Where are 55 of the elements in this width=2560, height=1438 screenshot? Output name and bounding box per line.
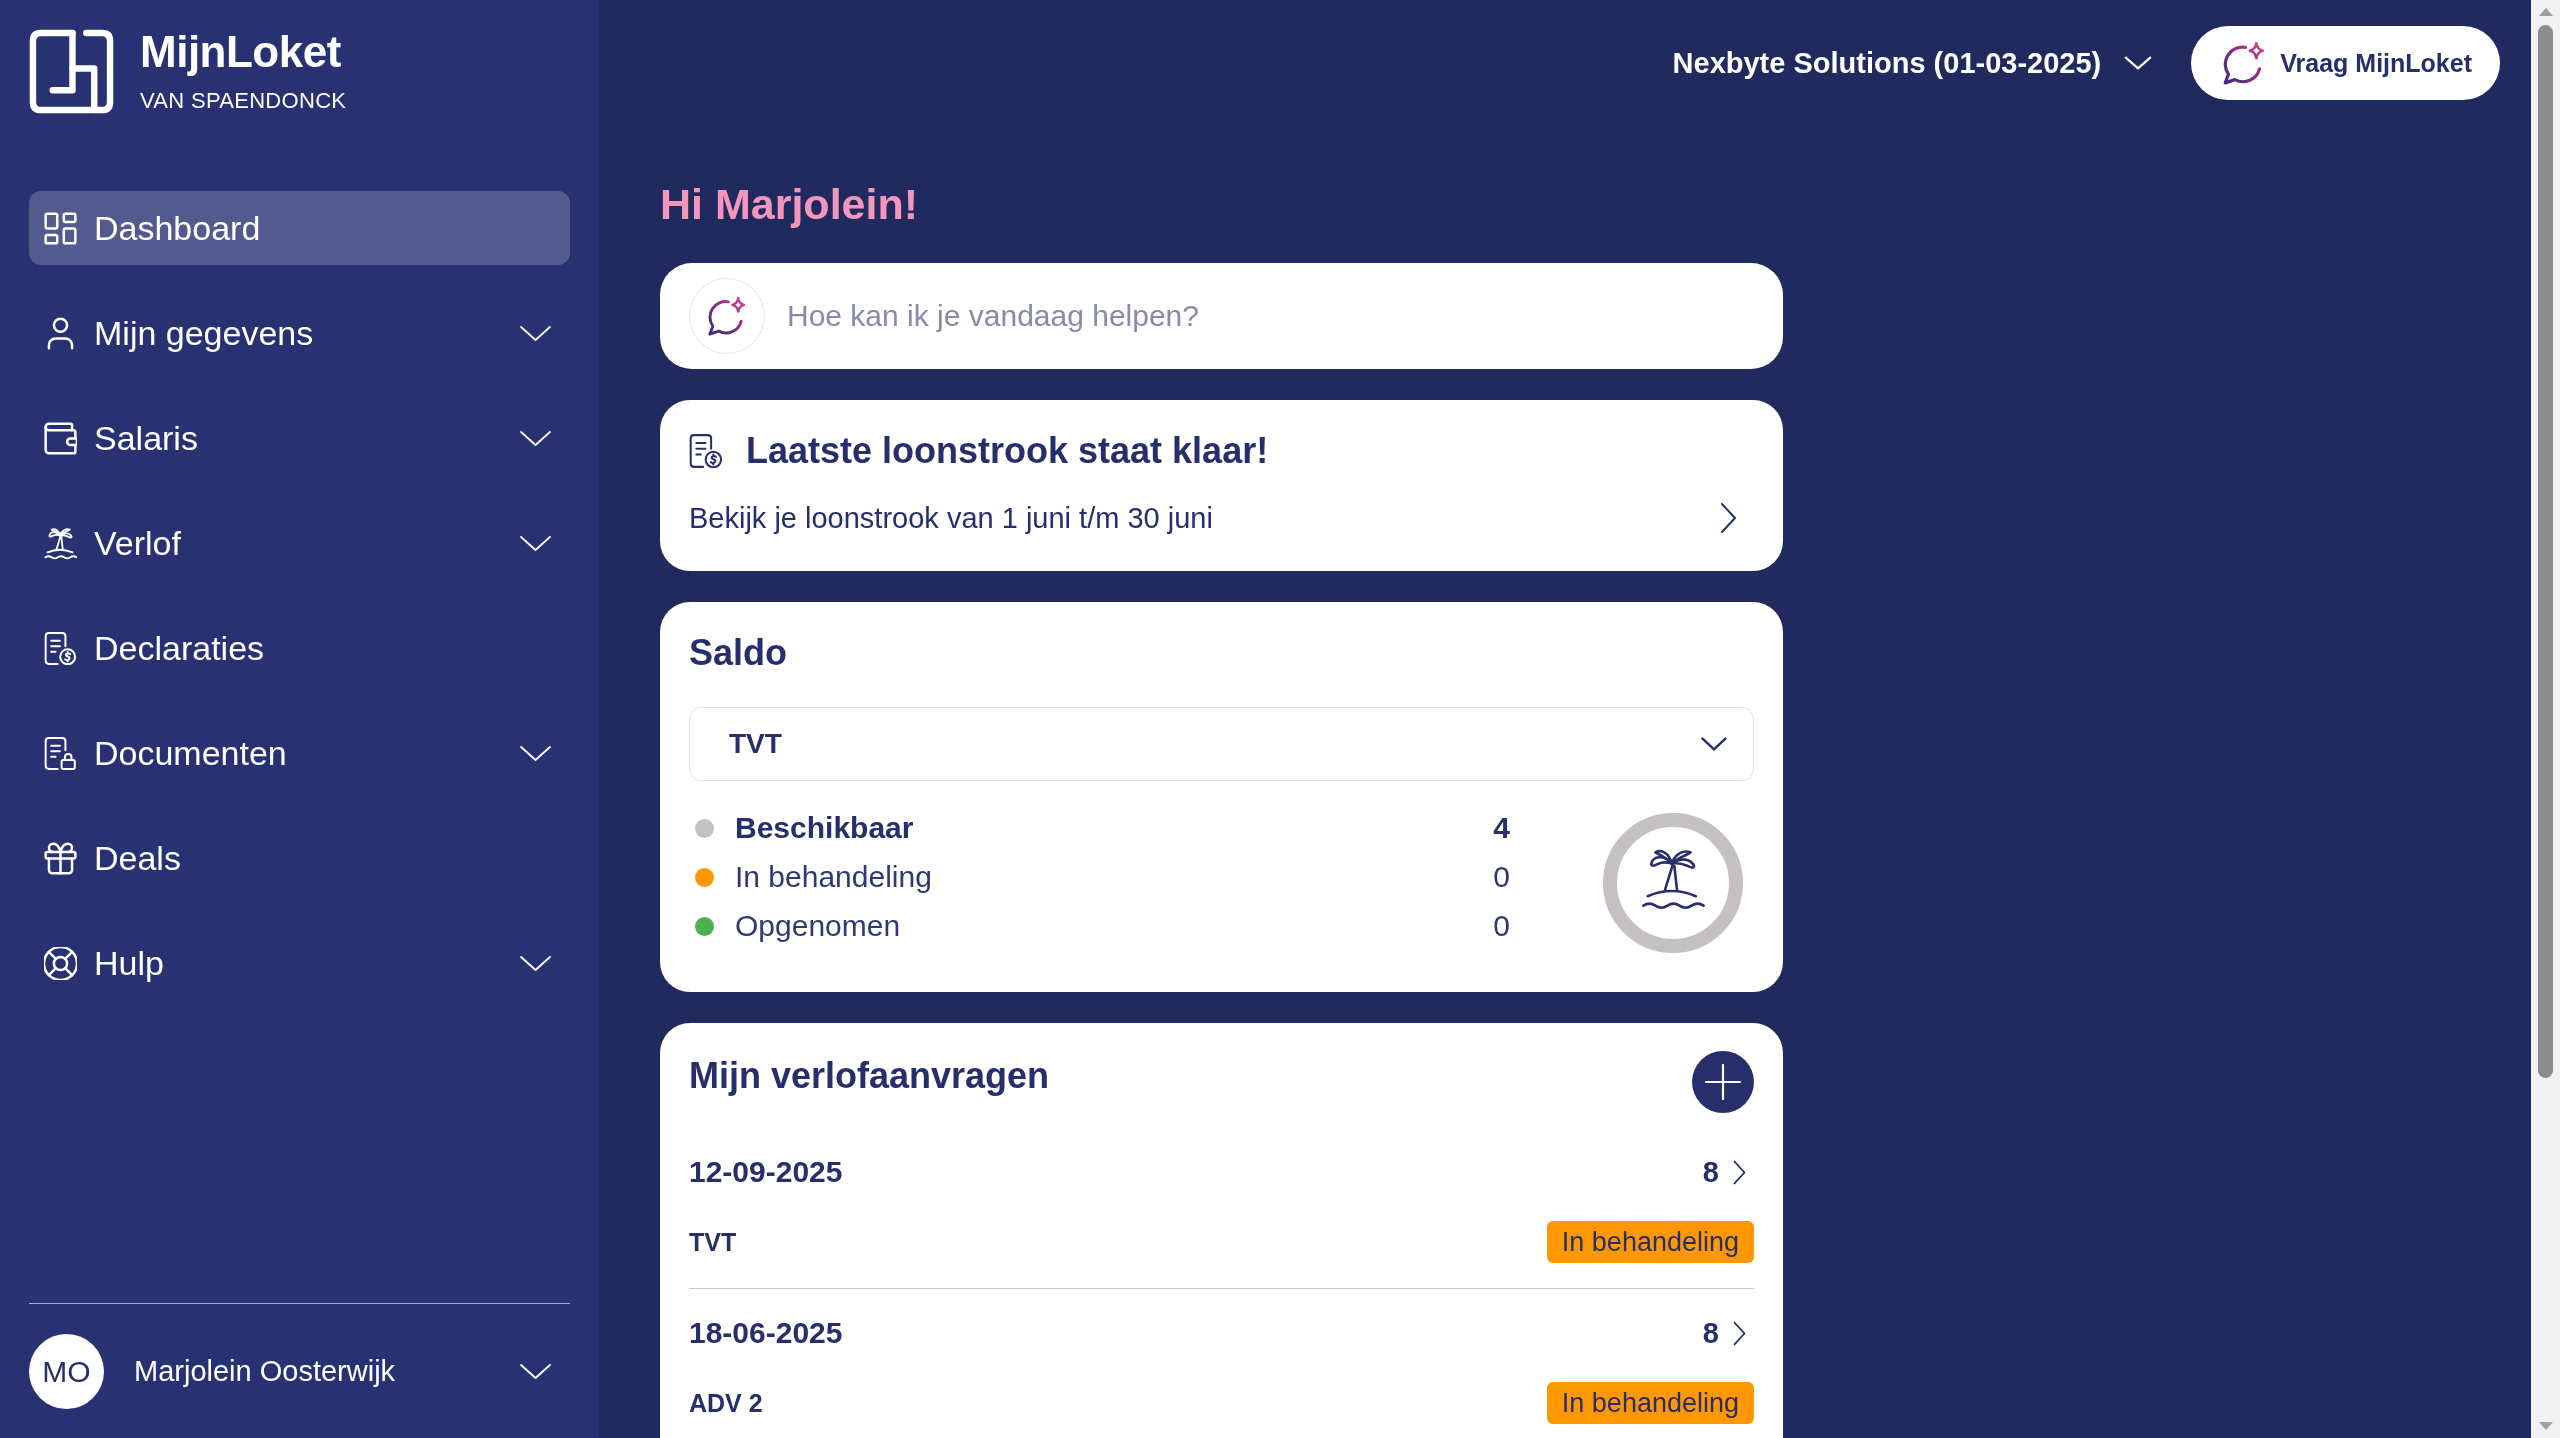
palm-island-icon xyxy=(44,526,77,560)
legend-label: In behandeling xyxy=(735,859,933,895)
chevron-down-icon[interactable] xyxy=(519,1363,552,1380)
document-coin-icon xyxy=(44,631,77,665)
request-type: ADV 2 xyxy=(689,1388,763,1418)
chat-sparkle-icon xyxy=(2222,41,2267,85)
logo-subtitle: VAN SPAENDONCK xyxy=(140,88,347,114)
legend-label: Opgenomen xyxy=(735,908,902,944)
payslip-title: Laatste loonstrook staat klaar! xyxy=(746,429,1269,473)
logo-icon xyxy=(29,29,114,114)
payslip-description: Bekijk je loonstrook van 1 juni t/m 30 juni xyxy=(689,501,1213,536)
chevron-down-icon xyxy=(2124,56,2153,70)
legend-label: Beschikbaar xyxy=(735,810,915,846)
ask-assistant-button[interactable]: Vraag MijnLoket xyxy=(2191,26,2500,100)
employer-selector[interactable]: Nexbyte Solutions (01-03-2025) xyxy=(1672,46,2153,80)
nav-item[interactable]: Declaraties xyxy=(29,611,570,685)
wallet-icon xyxy=(44,421,77,455)
nav-item[interactable]: Verlof xyxy=(29,506,570,580)
nav-item[interactable]: Dashboard xyxy=(29,191,570,265)
user-avatar: MO xyxy=(29,1334,104,1409)
user-name: Marjolein Oosterwijk xyxy=(134,1355,397,1388)
request-type: TVT xyxy=(689,1227,737,1257)
document-lock-icon xyxy=(44,736,77,770)
legend-value: 0 xyxy=(1493,908,1510,944)
legend-value: 4 xyxy=(1493,810,1510,846)
request-hours: 8 xyxy=(1702,1316,1719,1351)
plus-icon xyxy=(1705,1064,1741,1100)
nav-item[interactable]: Documenten xyxy=(29,716,570,790)
request-date: 18-06-2025 xyxy=(689,1315,844,1351)
status-badge: In behandeling xyxy=(1546,1221,1754,1263)
chevron-right-icon[interactable] xyxy=(1733,1320,1746,1346)
nav-item[interactable]: Deals xyxy=(29,821,570,895)
document-coin-icon xyxy=(689,434,723,468)
nav-item[interactable]: Hulp xyxy=(29,926,570,1000)
grid-icon xyxy=(44,211,77,245)
request-hours: 8 xyxy=(1702,1155,1719,1190)
lifebuoy-icon xyxy=(44,946,77,980)
request-date: 12-09-2025 xyxy=(689,1154,844,1190)
greeting: Hi Marjolein! xyxy=(660,179,919,230)
nav-item[interactable]: Mijn gegevens xyxy=(29,296,570,370)
gift-icon xyxy=(44,841,77,875)
chevron-right-icon xyxy=(1720,502,1737,534)
payslip-card[interactable]: Laatste loonstrook staat klaar! Bekijk je loonstrook van 1 juni t/m 30 juni xyxy=(660,400,1783,571)
scrollbar-thumb[interactable] xyxy=(2538,25,2553,1078)
leave-type-select[interactable]: TVT xyxy=(689,707,1754,781)
saldo-title: Saldo xyxy=(689,631,787,675)
palm-island-ring-icon xyxy=(1603,813,1743,953)
leave-requests-title: Mijn verlofaanvragen xyxy=(689,1054,1050,1098)
status-badge: In behandeling xyxy=(1546,1382,1754,1424)
nav-item[interactable]: Salaris xyxy=(29,401,570,475)
logo-title: MijnLoket xyxy=(140,29,342,75)
chevron-down-icon xyxy=(1701,737,1727,751)
legend-value: 0 xyxy=(1493,859,1510,895)
scrollbar[interactable] xyxy=(2531,0,2560,1438)
chevron-right-icon[interactable] xyxy=(1733,1159,1746,1185)
